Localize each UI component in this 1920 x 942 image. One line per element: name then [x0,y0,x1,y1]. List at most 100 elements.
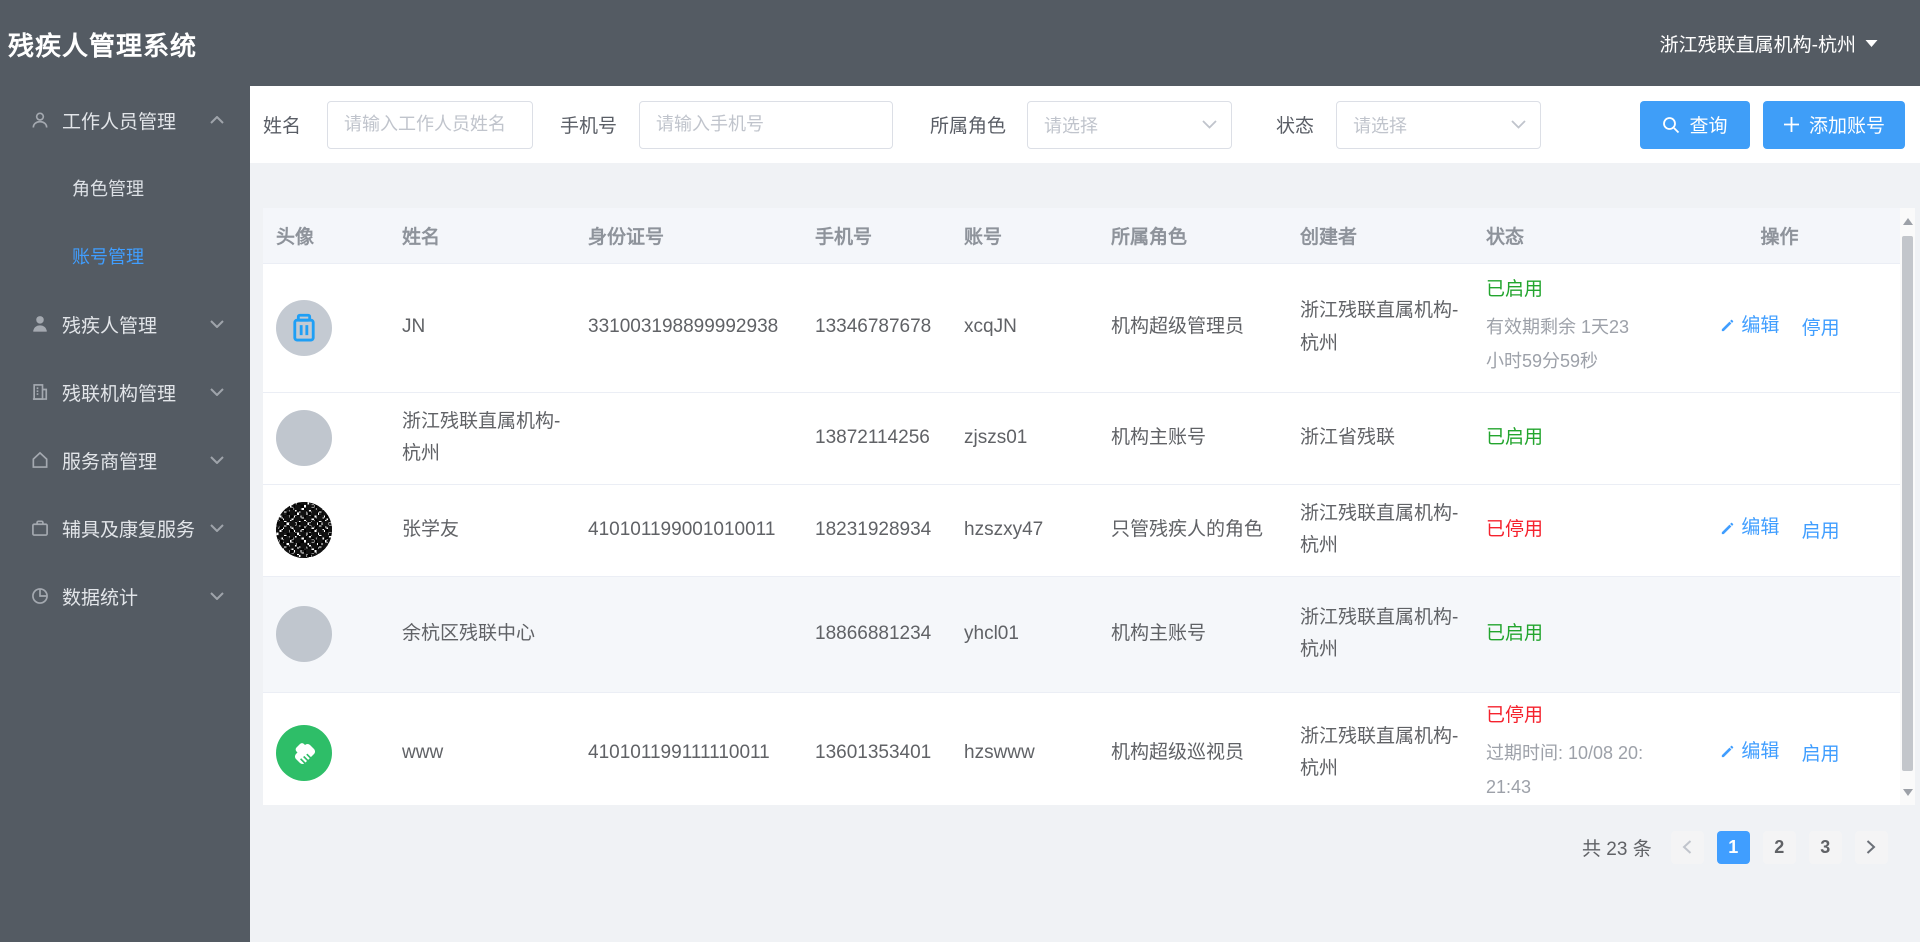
pie-chart-icon [32,588,48,604]
disable-button[interactable]: 停用 [1802,313,1840,345]
next-page-button[interactable] [1854,830,1888,864]
column-header-operations: 操作 [1659,208,1900,263]
name-filter-input[interactable] [327,100,534,149]
chevron-down-icon [210,388,224,396]
briefcase-icon [32,520,48,536]
column-header-role: 所属角色 [1098,208,1287,263]
sidebar-item-account-management[interactable]: 账号管理 [0,222,250,290]
caret-down-icon [1865,40,1878,47]
page-2-button[interactable]: 2 [1762,830,1796,864]
table-row: 余杭区残联中心 18866881234 yhcl01 机构主账号 浙江残联直属机… [263,575,1900,692]
scroll-up-arrow-icon[interactable] [1900,212,1915,230]
chevron-right-icon [1867,840,1876,854]
column-header-creator: 创建者 [1287,208,1473,263]
chevron-down-icon [1202,120,1217,129]
plain-avatar [276,410,332,466]
sidebar-item-label: 残联机构管理 [62,383,177,405]
cell-account: hzszxy47 [951,483,1098,576]
sidebar-item-staff-management[interactable]: 工作人员管理 [0,86,250,154]
chevron-up-icon [210,116,224,124]
qr-code-avatar [276,502,332,558]
edit-button[interactable]: 编辑 [1719,310,1779,342]
org-switcher-dropdown[interactable]: 浙江残联直属机构-杭州 [1660,30,1878,57]
chevron-left-icon [1682,840,1692,854]
cell-status: 已启用 有效期剩余 1天23小时59分59秒 [1473,262,1659,392]
cell-status: 已停用 [1473,483,1659,576]
column-header-phone: 手机号 [802,208,951,263]
sidebar-item-federation-org-management[interactable]: 残联机构管理 [0,358,250,426]
chevron-down-icon [210,456,224,464]
role-filter-select[interactable]: 请选择 [1027,100,1233,149]
cell-creator: 浙江残联直属机构-杭州 [1287,575,1473,692]
sidebar-item-data-statistics[interactable]: 数据统计 [0,562,250,630]
edit-button[interactable]: 编辑 [1719,512,1779,544]
cell-account: zjszs01 [951,391,1098,484]
status-badge: 已启用 [1486,278,1544,300]
plus-icon [1783,117,1799,132]
sidebar-item-label: 残疾人管理 [62,315,158,337]
edit-button-label: 编辑 [1741,740,1780,762]
status-filter-label: 状态 [1276,116,1315,137]
pagination-total: 共 23 条 [1582,838,1652,860]
role-filter-label: 所属角色 [930,116,1007,137]
cell-name: 浙江残联直属机构-杭州 [389,391,575,484]
column-header-avatar: 头像 [263,208,389,263]
cell-name: 张学友 [389,483,575,576]
page-3-button[interactable]: 3 [1808,830,1842,864]
home-icon [32,451,48,468]
trash-icon [293,313,315,341]
add-account-button[interactable]: 添加账号 [1763,100,1905,149]
status-select-placeholder: 请选择 [1353,115,1408,136]
status-filter-select[interactable]: 请选择 [1336,100,1542,149]
table-row: 浙江残联直属机构-杭州 13872114256 zjszs01 机构主账号 浙江… [263,391,1900,484]
sidebar-item-service-provider-management[interactable]: 服务商管理 [0,426,250,494]
table-row: 张学友 410101199001010011 18231928934 hzszx… [263,483,1900,576]
search-button[interactable]: 查询 [1640,100,1750,149]
sidebar-item-assistive-rehab-services[interactable]: 辅具及康复服务 [0,494,250,562]
role-select-placeholder: 请选择 [1044,115,1099,136]
page-1-button[interactable]: 1 [1716,830,1750,864]
handshake-icon [294,743,316,765]
cell-phone: 13872114256 [802,391,951,484]
cell-name: www [389,691,575,815]
cell-operations: 编辑 启用 [1659,483,1900,576]
table-row: www 410101199111110011 13601353401 hzsww… [263,691,1900,815]
cell-avatar [263,483,389,576]
cell-id-number: 331003198899992938 [575,262,802,392]
column-header-status: 状态 [1473,208,1659,263]
chevron-down-icon [1511,120,1526,129]
edit-pencil-icon [1722,319,1734,332]
trash-avatar [276,299,332,356]
phone-filter-label: 手机号 [560,116,618,137]
chevron-down-icon [210,592,224,600]
scroll-down-arrow-icon[interactable] [1900,783,1915,801]
cell-operations [1659,575,1900,692]
cell-id-number: 410101199001010011 [575,483,802,576]
scrollbar-thumb[interactable] [1902,236,1913,771]
building-icon [32,384,48,400]
cell-avatar [263,575,389,692]
prev-page-button[interactable] [1670,830,1704,864]
cell-creator: 浙江省残联 [1287,391,1473,484]
cell-operations: 编辑 停用 [1659,262,1900,392]
sidebar-item-disabled-person-management[interactable]: 残疾人管理 [0,290,250,358]
sidebar-item-label: 工作人员管理 [62,111,177,133]
enable-button[interactable]: 启用 [1802,739,1840,771]
table-row: JN 331003198899992938 13346787678 xcqJN … [263,262,1900,392]
status-note: 过期时间: 10/08 20:21:43 [1486,743,1644,798]
status-note: 有效期剩余 1天23小时59分59秒 [1486,317,1630,372]
cell-status: 已停用 过期时间: 10/08 20:21:43 [1473,691,1659,815]
sidebar-item-role-management[interactable]: 角色管理 [0,154,250,222]
chevron-down-icon [210,524,224,532]
edit-button[interactable]: 编辑 [1719,736,1779,768]
cell-name: JN [389,262,575,392]
phone-filter-input[interactable] [639,100,894,149]
cell-creator: 浙江残联直属机构-杭州 [1287,691,1473,815]
table-vertical-scrollbar[interactable] [1900,208,1915,805]
enable-button[interactable]: 启用 [1802,516,1840,548]
sidebar-menu: 工作人员管理 角色管理 账号管理 残疾人管理 残联机构管理 服务商管理 辅具及康… [0,86,250,630]
cell-operations: 编辑 启用 [1659,691,1900,815]
cell-avatar [263,262,389,392]
cell-role: 机构超级巡视员 [1098,691,1287,815]
handshake-avatar [276,725,332,782]
